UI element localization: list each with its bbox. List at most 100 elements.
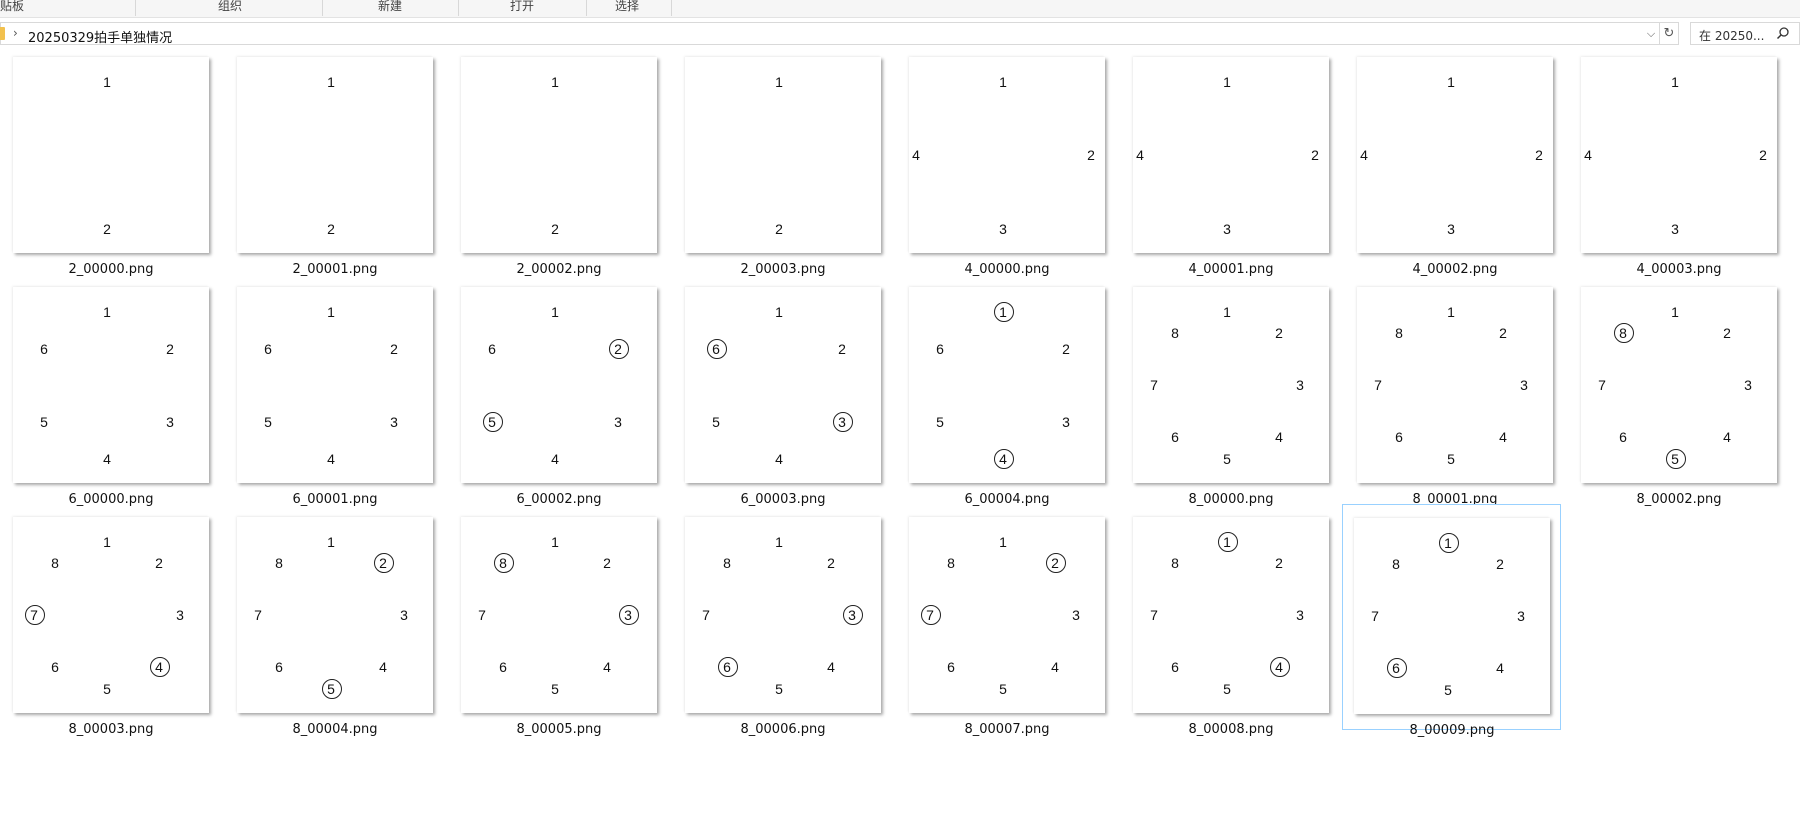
- marker-number: 7: [1150, 377, 1158, 393]
- file-item[interactable]: 1 2 3 4 5 6 7 8 8_00005.png: [448, 509, 657, 737]
- file-item[interactable]: 1 2 3 4 5 6 7 8 8_00004.png: [224, 509, 433, 737]
- file-item[interactable]: 1 2 2_00001.png: [224, 49, 433, 277]
- file-item[interactable]: 1 2 3 4 5 6 6_00000.png: [0, 279, 209, 507]
- file-item[interactable]: 1 2 3 4 5 6 7 8 8_00007.png: [896, 509, 1105, 737]
- file-thumbnail[interactable]: 1 2 3 4 5 6: [461, 287, 657, 483]
- marker-number: 6: [1171, 659, 1179, 675]
- marker-number: 1: [999, 534, 1007, 550]
- marker-number: 5: [999, 681, 1007, 697]
- marker-number: 3: [1223, 221, 1231, 237]
- marker-number: 6: [1395, 429, 1403, 445]
- marker-number: 7: [1374, 377, 1382, 393]
- file-item[interactable]: 1 2 3 4 5 6 7 8 8_00003.png: [0, 509, 209, 737]
- file-thumbnail[interactable]: 1 2 3 4 5 6 7 8: [909, 517, 1105, 713]
- marker-number: 3: [848, 607, 856, 623]
- marker-number: 8: [723, 555, 731, 571]
- file-thumbnail[interactable]: 1 2 3 4 5 6 7 8: [13, 517, 209, 713]
- marker-number: 6: [723, 659, 731, 675]
- file-item[interactable]: 1 2 3 4 5 6 6_00002.png: [448, 279, 657, 507]
- file-thumbnail[interactable]: 1 2 3 4 5 6 7 8: [1357, 287, 1553, 483]
- marker-number: 1: [1447, 304, 1455, 320]
- marker-number: 6: [275, 659, 283, 675]
- marker-number: 4: [1275, 659, 1283, 675]
- file-name-label: 6_00002.png: [516, 492, 602, 507]
- marker-number: 1: [1223, 304, 1231, 320]
- marker-number: 5: [1444, 682, 1452, 698]
- file-grid: 1 2 2_00000.png 1 2 2_00001.png 1 2 2_00002.png 1…: [0, 0, 1800, 828]
- marker-number: 2: [1062, 341, 1070, 357]
- file-item[interactable]: 1 2 3 4 5 6 6_00003.png: [672, 279, 881, 507]
- thumbnail-image: 1 2 3 4 5 6 7 8: [1150, 304, 1304, 467]
- file-thumbnail[interactable]: 1 2 3 4 5 6 7 8: [461, 517, 657, 713]
- file-thumbnail[interactable]: 1 2 3 4 5 6 7 8: [1581, 287, 1777, 483]
- marker-number: 6: [488, 341, 496, 357]
- file-item[interactable]: 1 2 2_00000.png: [0, 49, 209, 277]
- file-item[interactable]: 1 2 2_00003.png: [672, 49, 881, 277]
- marker-number: 7: [926, 607, 934, 623]
- thumbnail-image: 1 2 3 4: [1360, 74, 1543, 237]
- file-thumbnail[interactable]: 1 2 3 4 5 6 7 8: [1133, 517, 1329, 713]
- file-thumbnail[interactable]: 1 2 3 4: [1357, 57, 1553, 253]
- marker-number: 3: [176, 607, 184, 623]
- file-item[interactable]: 1 2 3 4 5 6 7 8 8_00001.png: [1344, 279, 1553, 507]
- thumbnail-image: 1 2 3 4 5 6 7 8: [921, 534, 1080, 697]
- file-thumbnail[interactable]: 1 2 3 4 5 6 7 8: [237, 517, 433, 713]
- file-item[interactable]: 1 2 3 4 5 6 7 8 8_00006.png: [672, 509, 881, 737]
- file-item[interactable]: 1 2 3 4 4_00001.png: [1120, 49, 1329, 277]
- marker-number: 3: [1744, 377, 1752, 393]
- file-thumbnail[interactable]: 1 2 3 4 5 6: [237, 287, 433, 483]
- file-item[interactable]: 1 2 3 4 5 6 7 8 8_00000.png: [1120, 279, 1329, 507]
- file-item[interactable]: 1 2 3 4 5 6 6_00001.png: [224, 279, 433, 507]
- marker-number: 5: [1671, 451, 1679, 467]
- file-name-label: 2_00002.png: [516, 262, 602, 277]
- file-thumbnail[interactable]: 1 2 3 4 5 6 7 8: [1133, 287, 1329, 483]
- file-thumbnail[interactable]: 1 2 3 4 5 6: [685, 287, 881, 483]
- marker-number: 4: [551, 451, 559, 467]
- file-thumbnail[interactable]: 1 2 3 4: [1581, 57, 1777, 253]
- file-name-label: 8_00003.png: [68, 722, 154, 737]
- marker-number: 2: [1275, 555, 1283, 571]
- file-thumbnail[interactable]: 12: [237, 57, 433, 253]
- marker-number: 1: [327, 534, 335, 550]
- file-name-label: 6_00000.png: [68, 492, 154, 507]
- marker-number: 1: [103, 304, 111, 320]
- file-item[interactable]: 1 2 3 4 5 6 7 8 8_00002.png: [1568, 279, 1777, 507]
- marker-number: 8: [499, 555, 507, 571]
- marker-number: 4: [155, 659, 163, 675]
- marker-number: 2: [827, 555, 835, 571]
- file-thumbnail[interactable]: 1 2 3 4 5 6: [909, 287, 1105, 483]
- file-thumbnail[interactable]: 12: [685, 57, 881, 253]
- file-item[interactable]: 1 2 3 4 5 6 7 8 8_00008.png: [1120, 509, 1329, 737]
- marker-number: 1: [775, 304, 783, 320]
- marker-number: 2: [155, 555, 163, 571]
- marker-number: 8: [1619, 325, 1627, 341]
- file-item[interactable]: 1 2 3 4 4_00002.png: [1344, 49, 1553, 277]
- file-item[interactable]: 1 2 3 4 5 6 7 8 8_00009.png: [1342, 504, 1561, 738]
- marker-number: 7: [1371, 608, 1379, 624]
- file-item[interactable]: 1 2 3 4 5 6 6_00004.png: [896, 279, 1105, 507]
- marker-number: 2: [1496, 556, 1504, 572]
- marker-number: 3: [1517, 608, 1525, 624]
- file-name-label: 8_00000.png: [1188, 492, 1274, 507]
- thumbnail-image: 1 2 3 4 5 6: [707, 304, 853, 467]
- thumbnail-image: 1 2 3 4 5 6: [40, 304, 174, 467]
- marker-number: 4: [1499, 429, 1507, 445]
- marker-number: 4: [827, 659, 835, 675]
- marker-number: 4: [1584, 147, 1592, 163]
- marker-number: 7: [1150, 607, 1158, 623]
- file-thumbnail[interactable]: 12: [13, 57, 209, 253]
- file-thumbnail[interactable]: 1 2 3 4: [1133, 57, 1329, 253]
- file-thumbnail[interactable]: 1 2 3 4 5 6 7 8: [685, 517, 881, 713]
- file-item[interactable]: 1 2 3 4 4_00000.png: [896, 49, 1105, 277]
- file-thumbnail[interactable]: 1 2 3 4 5 6: [13, 287, 209, 483]
- file-thumbnail[interactable]: 1 2 3 4 5 6 7 8: [1354, 518, 1550, 714]
- file-item[interactable]: 1 2 2_00002.png: [448, 49, 657, 277]
- file-thumbnail[interactable]: 12: [461, 57, 657, 253]
- marker-number: 2: [327, 221, 335, 237]
- marker-number: 3: [166, 414, 174, 430]
- marker-number: 8: [1392, 556, 1400, 572]
- file-item[interactable]: 1 2 3 4 4_00003.png: [1568, 49, 1777, 277]
- file-thumbnail[interactable]: 1 2 3 4: [909, 57, 1105, 253]
- marker-number: 8: [275, 555, 283, 571]
- marker-number: 2: [551, 221, 559, 237]
